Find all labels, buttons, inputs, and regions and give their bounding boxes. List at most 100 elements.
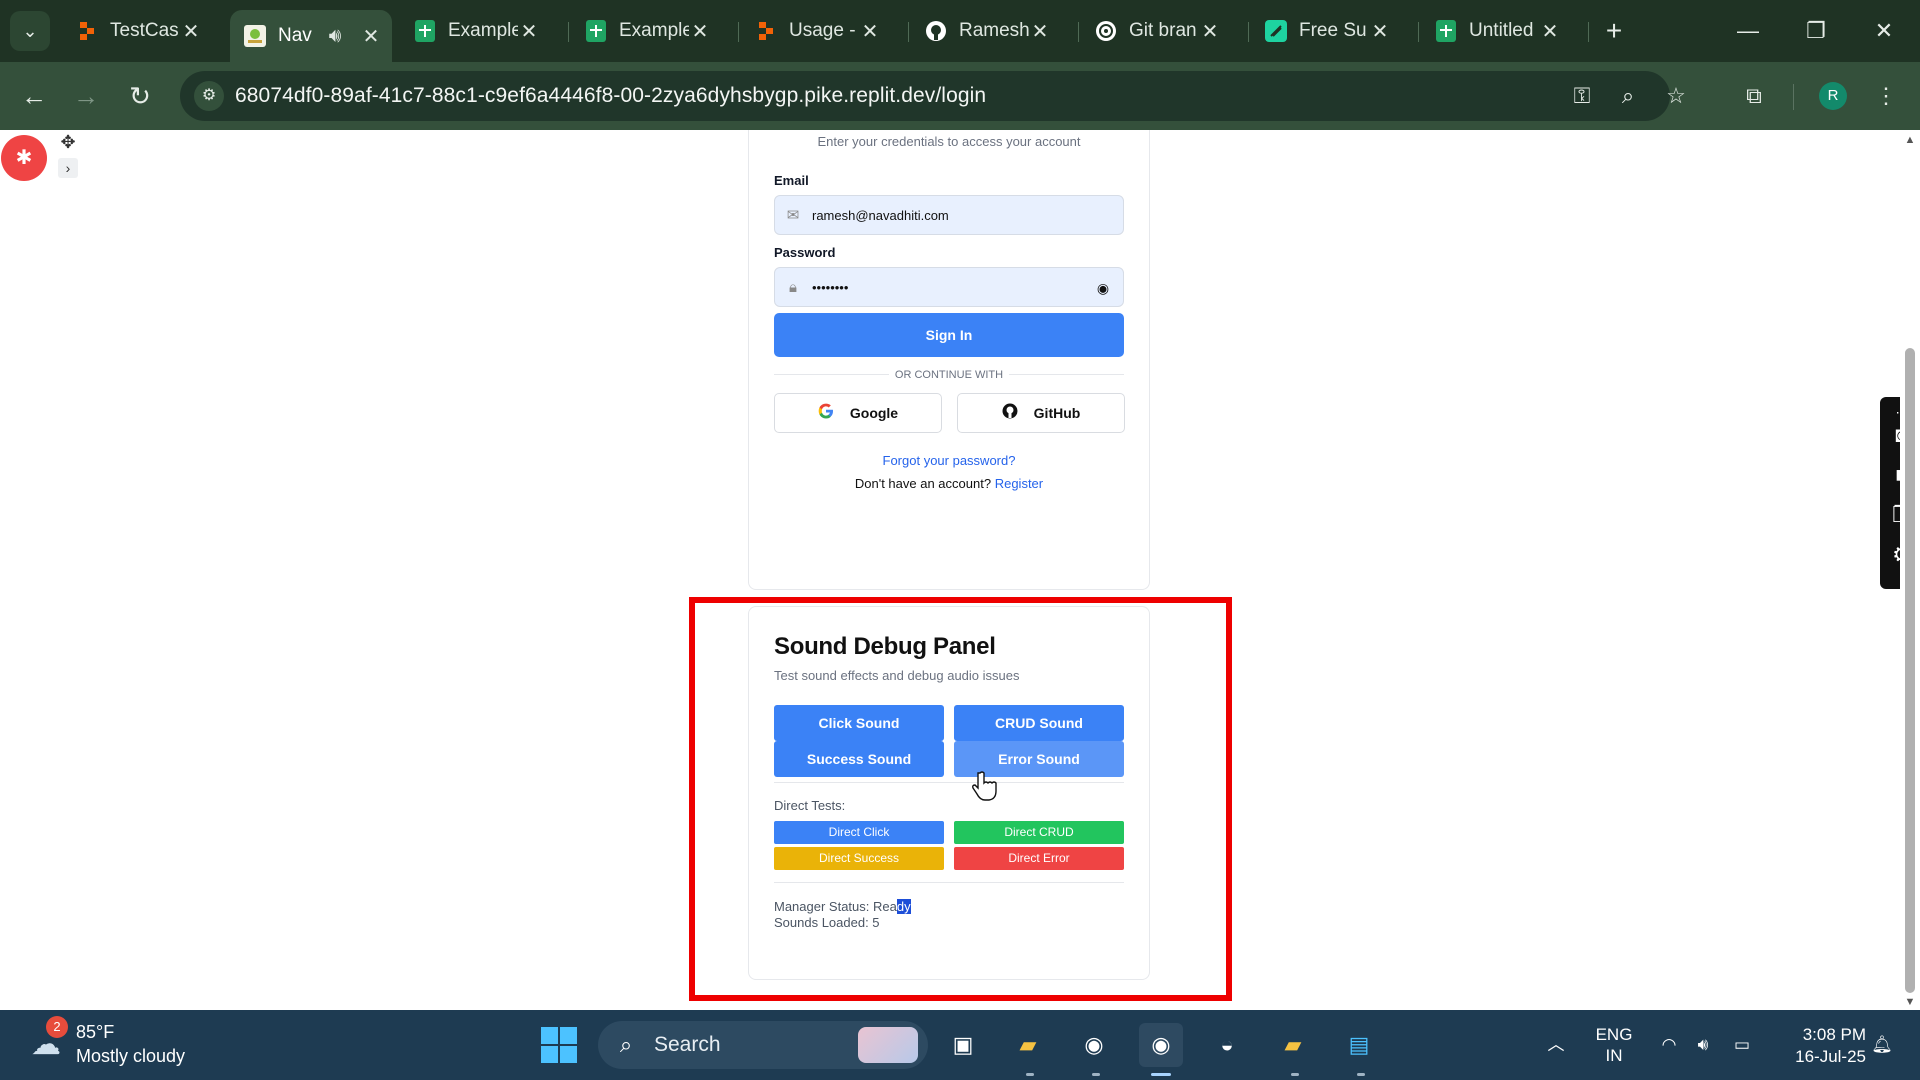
task-view-icon[interactable]: ▣ [941, 1023, 985, 1067]
divider-text: OR CONTINUE WITH [888, 369, 1010, 381]
extensions-icon[interactable]: ⧉ [1736, 78, 1772, 114]
lock-icon: 🔒︎ [789, 279, 797, 296]
close-window-icon[interactable]: ✕ [1864, 14, 1904, 48]
highlight-box [689, 597, 1232, 1001]
search-icon: ⌕ [619, 1032, 633, 1057]
bookmark-star-icon[interactable]: ☆ [1660, 81, 1692, 111]
menu-kebab-icon[interactable]: ⋮ [1868, 78, 1904, 114]
folder-icon[interactable]: ▰ [1271, 1023, 1315, 1067]
battery-icon[interactable]: ▭ [1728, 1010, 1756, 1080]
tab-separator [908, 22, 909, 42]
close-icon[interactable]: ✕ [360, 24, 382, 49]
tab-strip: ⌄ TestCas ✕ Nav 🔊︎ ✕ Example ✕ Example ✕… [0, 0, 1920, 62]
close-icon[interactable]: ✕ [689, 19, 711, 44]
site-info-icon[interactable]: ⚙︎ [194, 81, 224, 111]
zoom-icon[interactable]: ⌕ [1612, 81, 1644, 111]
key-icon[interactable]: ⚿ [1566, 81, 1598, 111]
address-bar[interactable]: ⚙︎ 68074df0-89af-41c7-88c1-c9ef6a4446f8-… [180, 71, 1686, 121]
back-icon[interactable]: ← [14, 76, 54, 116]
chevron-up-icon[interactable]: ︿ [1544, 1010, 1568, 1080]
notepad-icon[interactable]: ▤ [1337, 1023, 1381, 1067]
reload-icon[interactable]: ↻ [120, 76, 160, 116]
github-icon [1002, 403, 1018, 424]
tab-title: Example [619, 20, 689, 41]
register-line: Don't have an account? Register [749, 476, 1149, 491]
weather-temperature[interactable]: 85°F [76, 1022, 114, 1043]
running-indicator [1357, 1073, 1365, 1076]
forgot-password-link[interactable]: Forgot your password? [749, 453, 1149, 468]
region-code: IN [1605, 1046, 1623, 1065]
minimize-icon[interactable]: — [1728, 14, 1768, 48]
tab-free-supabase[interactable]: Free Su ✕ [1251, 10, 1401, 52]
tab-usage[interactable]: Usage - ✕ [741, 10, 891, 52]
supabase-icon [1265, 20, 1287, 42]
chrome-icon[interactable]: ◉ [1072, 1023, 1116, 1067]
profile-avatar[interactable]: R [1819, 82, 1847, 110]
close-icon[interactable]: ✕ [1029, 19, 1051, 44]
password-field[interactable]: 🔒︎ •••••••• ◉ [774, 267, 1124, 307]
running-indicator [1026, 1073, 1034, 1076]
sign-in-button[interactable]: Sign In [774, 313, 1124, 357]
app-icon[interactable]: ◒ [1205, 1023, 1249, 1067]
weather-description[interactable]: Mostly cloudy [76, 1046, 185, 1067]
wifi-icon[interactable]: ◠ [1656, 1010, 1682, 1080]
tab-example-2[interactable]: Example ✕ [571, 10, 721, 52]
scroll-down-icon[interactable]: ▼ [1904, 996, 1916, 1008]
scroll-thumb[interactable] [1905, 348, 1915, 993]
tab-github-ramesh[interactable]: Ramesh ✕ [911, 10, 1061, 52]
tab-untitled[interactable]: Untitled ✕ [1421, 10, 1571, 52]
mail-icon: ✉ [786, 207, 800, 224]
restore-icon[interactable]: ❐ [1796, 14, 1836, 48]
close-icon[interactable]: ✕ [180, 19, 202, 44]
tab-separator [1078, 22, 1079, 42]
register-link[interactable]: Register [995, 476, 1043, 491]
windows-start-icon[interactable] [541, 1027, 579, 1065]
tab-title: Free Su [1299, 20, 1367, 41]
chevron-right-icon[interactable]: › [58, 158, 78, 178]
tab-separator [1588, 22, 1589, 42]
openai-icon [1095, 20, 1117, 42]
file-explorer-icon[interactable]: ▰ [1006, 1023, 1050, 1067]
github-label: GitHub [1033, 405, 1081, 421]
chrome-profile-icon[interactable]: ◉ [1139, 1023, 1183, 1067]
running-indicator [1291, 1073, 1299, 1076]
forward-icon[interactable]: → [66, 76, 106, 116]
close-icon[interactable]: ✕ [1369, 19, 1391, 44]
eye-icon[interactable]: ◉ [1093, 278, 1113, 298]
tab-testcase[interactable]: TestCas ✕ [62, 10, 212, 52]
no-account-text: Don't have an account? [854, 476, 992, 491]
tab-navadhiti[interactable]: Nav 🔊︎ ✕ [230, 10, 392, 62]
move-icon[interactable]: ✥ [58, 132, 78, 152]
search-highlight-image [858, 1027, 918, 1063]
google-button[interactable]: Google [774, 393, 942, 433]
github-icon [925, 20, 947, 42]
tab-title: Example [448, 20, 518, 41]
close-icon[interactable]: ✕ [1539, 19, 1561, 44]
email-field[interactable]: ✉ ramesh@navadhiti.com [774, 195, 1124, 235]
taskbar-search[interactable]: ⌕ Search [598, 1021, 928, 1069]
tab-example-1[interactable]: Example ✕ [400, 10, 550, 52]
github-button[interactable]: GitHub [957, 393, 1125, 433]
clock[interactable]: 3:08 PM 16-Jul-25 [1766, 1024, 1866, 1068]
close-icon[interactable]: ✕ [1199, 19, 1221, 44]
speaker-icon[interactable]: 🔊︎ [324, 25, 346, 48]
volume-icon[interactable]: 🔊︎ [1690, 1010, 1716, 1080]
login-subtitle: Enter your credentials to access your ac… [817, 134, 1081, 149]
vertical-scrollbar[interactable]: ▲ ▼ [1900, 130, 1920, 1010]
new-tab-button[interactable]: + [1596, 14, 1632, 50]
language-indicator[interactable]: ENG IN [1590, 1024, 1638, 1066]
bug-report-icon[interactable]: ✱ [1, 135, 47, 181]
tab-search-button[interactable]: ⌄ [10, 11, 50, 51]
sheets-icon [1435, 20, 1457, 42]
scroll-up-icon[interactable]: ▲ [1904, 134, 1916, 146]
tab-title: Usage - [789, 20, 856, 41]
time: 3:08 PM [1802, 1025, 1866, 1044]
close-icon[interactable]: ✕ [518, 19, 540, 44]
url-text[interactable]: 68074df0-89af-41c7-88c1-c9ef6a4446f8-00-… [235, 71, 986, 121]
close-icon[interactable]: ✕ [859, 19, 881, 44]
tab-git-branch[interactable]: Git bran ✕ [1081, 10, 1231, 52]
login-card: Enter your credentials to access your ac… [748, 130, 1150, 590]
replit-icon [755, 20, 777, 42]
replit-icon [76, 20, 98, 42]
notifications-icon[interactable]: 🔔︎ [1868, 1010, 1896, 1080]
